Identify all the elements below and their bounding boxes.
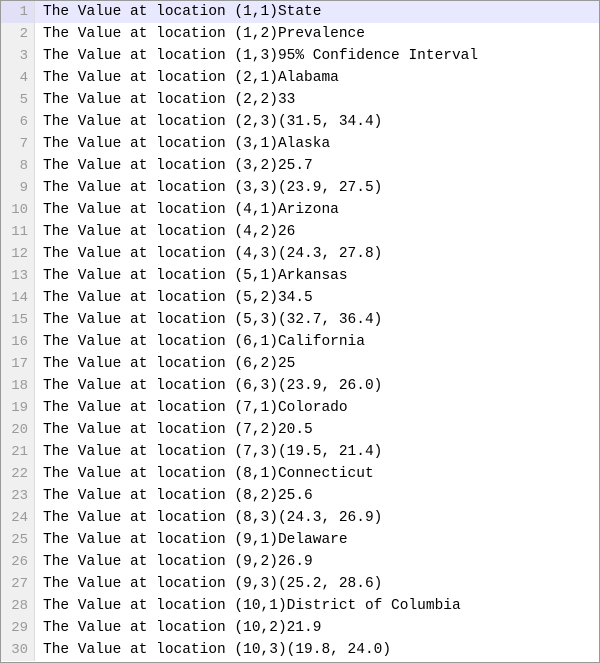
line-number: 26	[1, 551, 35, 573]
line-text[interactable]: The Value at location (10,1)District of …	[35, 595, 461, 617]
editor-line[interactable]: 13The Value at location (5,1)Arkansas	[1, 265, 599, 287]
editor-line[interactable]: 9The Value at location (3,3)(23.9, 27.5)	[1, 177, 599, 199]
line-text[interactable]: The Value at location (8,3)(24.3, 26.9)	[35, 507, 382, 529]
line-number: 11	[1, 221, 35, 243]
line-number: 5	[1, 89, 35, 111]
line-text[interactable]: The Value at location (4,2)26	[35, 221, 295, 243]
editor-line[interactable]: 17The Value at location (6,2)25	[1, 353, 599, 375]
line-text[interactable]: The Value at location (10,2)21.9	[35, 617, 321, 639]
line-number: 8	[1, 155, 35, 177]
editor-line[interactable]: 10The Value at location (4,1)Arizona	[1, 199, 599, 221]
editor-line[interactable]: 30The Value at location (10,3)(19.8, 24.…	[1, 639, 599, 661]
line-number: 29	[1, 617, 35, 639]
line-text[interactable]: The Value at location (1,3)95% Confidenc…	[35, 45, 478, 67]
line-number: 27	[1, 573, 35, 595]
line-number: 19	[1, 397, 35, 419]
line-text[interactable]: The Value at location (6,2)25	[35, 353, 295, 375]
editor-line[interactable]: 7The Value at location (3,1)Alaska	[1, 133, 599, 155]
editor-line[interactable]: 24The Value at location (8,3)(24.3, 26.9…	[1, 507, 599, 529]
line-text[interactable]: The Value at location (9,1)Delaware	[35, 529, 348, 551]
line-text[interactable]: The Value at location (4,1)Arizona	[35, 199, 339, 221]
line-text[interactable]: The Value at location (8,1)Connecticut	[35, 463, 374, 485]
code-editor[interactable]: 1The Value at location (1,1)State2The Va…	[0, 0, 600, 663]
line-text[interactable]: The Value at location (4,3)(24.3, 27.8)	[35, 243, 382, 265]
line-number: 4	[1, 67, 35, 89]
editor-line[interactable]: 27The Value at location (9,3)(25.2, 28.6…	[1, 573, 599, 595]
line-number: 12	[1, 243, 35, 265]
line-number: 18	[1, 375, 35, 397]
editor-line[interactable]: 4The Value at location (2,1)Alabama	[1, 67, 599, 89]
line-number: 30	[1, 639, 35, 661]
line-text[interactable]: The Value at location (3,1)Alaska	[35, 133, 330, 155]
line-number: 1	[1, 1, 35, 23]
line-text[interactable]: The Value at location (9,2)26.9	[35, 551, 313, 573]
editor-line[interactable]: 6The Value at location (2,3)(31.5, 34.4)	[1, 111, 599, 133]
line-text[interactable]: The Value at location (9,3)(25.2, 28.6)	[35, 573, 382, 595]
line-number: 24	[1, 507, 35, 529]
editor-line[interactable]: 29The Value at location (10,2)21.9	[1, 617, 599, 639]
line-number: 20	[1, 419, 35, 441]
editor-line[interactable]: 1The Value at location (1,1)State	[1, 1, 599, 23]
editor-line[interactable]: 11The Value at location (4,2)26	[1, 221, 599, 243]
line-text[interactable]: The Value at location (7,1)Colorado	[35, 397, 348, 419]
line-text[interactable]: The Value at location (8,2)25.6	[35, 485, 313, 507]
line-number: 16	[1, 331, 35, 353]
line-number: 6	[1, 111, 35, 133]
line-number: 23	[1, 485, 35, 507]
line-number: 28	[1, 595, 35, 617]
editor-line[interactable]: 23The Value at location (8,2)25.6	[1, 485, 599, 507]
editor-line[interactable]: 12The Value at location (4,3)(24.3, 27.8…	[1, 243, 599, 265]
editor-line[interactable]: 26The Value at location (9,2)26.9	[1, 551, 599, 573]
line-text[interactable]: The Value at location (1,1)State	[35, 1, 321, 23]
line-number: 9	[1, 177, 35, 199]
editor-line[interactable]: 3The Value at location (1,3)95% Confiden…	[1, 45, 599, 67]
line-text[interactable]: The Value at location (3,2)25.7	[35, 155, 313, 177]
line-text[interactable]: The Value at location (2,3)(31.5, 34.4)	[35, 111, 382, 133]
line-text[interactable]: The Value at location (2,2)33	[35, 89, 295, 111]
line-text[interactable]: The Value at location (7,3)(19.5, 21.4)	[35, 441, 382, 463]
line-text[interactable]: The Value at location (6,1)California	[35, 331, 365, 353]
editor-line[interactable]: 16The Value at location (6,1)California	[1, 331, 599, 353]
line-number: 22	[1, 463, 35, 485]
line-number: 2	[1, 23, 35, 45]
line-text[interactable]: The Value at location (6,3)(23.9, 26.0)	[35, 375, 382, 397]
line-text[interactable]: The Value at location (7,2)20.5	[35, 419, 313, 441]
line-text[interactable]: The Value at location (3,3)(23.9, 27.5)	[35, 177, 382, 199]
editor-line[interactable]: 2The Value at location (1,2)Prevalence	[1, 23, 599, 45]
editor-line[interactable]: 5The Value at location (2,2)33	[1, 89, 599, 111]
line-text[interactable]: The Value at location (10,3)(19.8, 24.0)	[35, 639, 391, 661]
line-number: 13	[1, 265, 35, 287]
line-text[interactable]: The Value at location (5,2)34.5	[35, 287, 313, 309]
line-number: 10	[1, 199, 35, 221]
line-number: 15	[1, 309, 35, 331]
editor-line[interactable]: 19The Value at location (7,1)Colorado	[1, 397, 599, 419]
editor-line[interactable]: 15The Value at location (5,3)(32.7, 36.4…	[1, 309, 599, 331]
line-text[interactable]: The Value at location (2,1)Alabama	[35, 67, 339, 89]
editor-line[interactable]: 20The Value at location (7,2)20.5	[1, 419, 599, 441]
line-number: 3	[1, 45, 35, 67]
editor-line[interactable]: 8The Value at location (3,2)25.7	[1, 155, 599, 177]
editor-line[interactable]: 28The Value at location (10,1)District o…	[1, 595, 599, 617]
line-text[interactable]: The Value at location (5,3)(32.7, 36.4)	[35, 309, 382, 331]
line-number: 7	[1, 133, 35, 155]
editor-line[interactable]: 22The Value at location (8,1)Connecticut	[1, 463, 599, 485]
line-text[interactable]: The Value at location (5,1)Arkansas	[35, 265, 348, 287]
line-number: 17	[1, 353, 35, 375]
line-number: 25	[1, 529, 35, 551]
editor-line[interactable]: 14The Value at location (5,2)34.5	[1, 287, 599, 309]
editor-line[interactable]: 25The Value at location (9,1)Delaware	[1, 529, 599, 551]
editor-line[interactable]: 18The Value at location (6,3)(23.9, 26.0…	[1, 375, 599, 397]
line-number: 21	[1, 441, 35, 463]
editor-line[interactable]: 21The Value at location (7,3)(19.5, 21.4…	[1, 441, 599, 463]
line-number: 14	[1, 287, 35, 309]
line-text[interactable]: The Value at location (1,2)Prevalence	[35, 23, 365, 45]
